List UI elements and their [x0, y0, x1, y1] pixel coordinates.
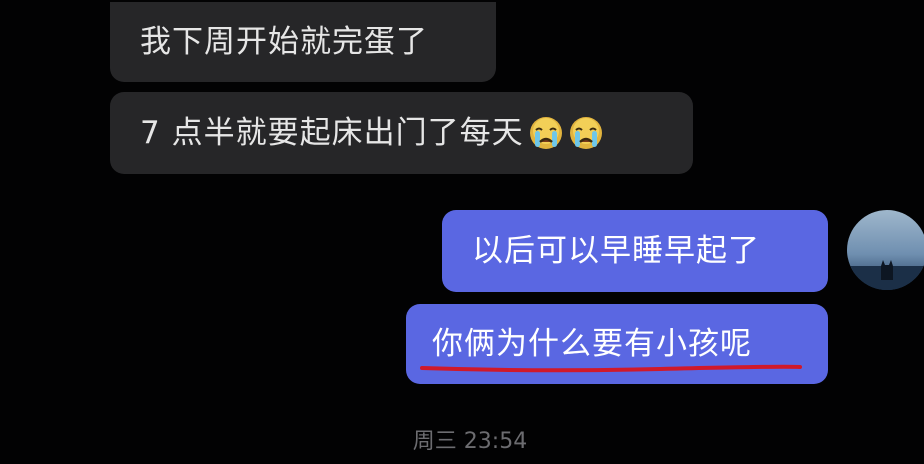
message-text: 以后可以早睡早起了	[472, 232, 760, 269]
chat-conversation: 我下周开始就完蛋了 7 点半就要起床出门了每天 以后可以早睡早起了 你俩为什么要…	[0, 0, 924, 464]
message-text: 你俩为什么要有小孩呢	[432, 325, 752, 362]
crying-face-icon	[528, 115, 564, 151]
crying-face-icon	[568, 115, 604, 151]
cat-silhouette-sky-avatar-icon	[847, 210, 924, 290]
message-timestamp: 周三 23:54	[412, 429, 528, 454]
incoming-message-bubble[interactable]: 7 点半就要起床出门了每天	[110, 92, 693, 174]
message-text: 7 点半就要起床出门了每天	[140, 114, 524, 151]
avatar[interactable]	[847, 210, 924, 290]
incoming-message-bubble[interactable]: 我下周开始就完蛋了	[110, 2, 496, 82]
red-underline-mark	[420, 362, 802, 374]
outgoing-message-bubble[interactable]: 以后可以早睡早起了	[442, 210, 828, 292]
message-text: 我下周开始就完蛋了	[140, 23, 428, 60]
